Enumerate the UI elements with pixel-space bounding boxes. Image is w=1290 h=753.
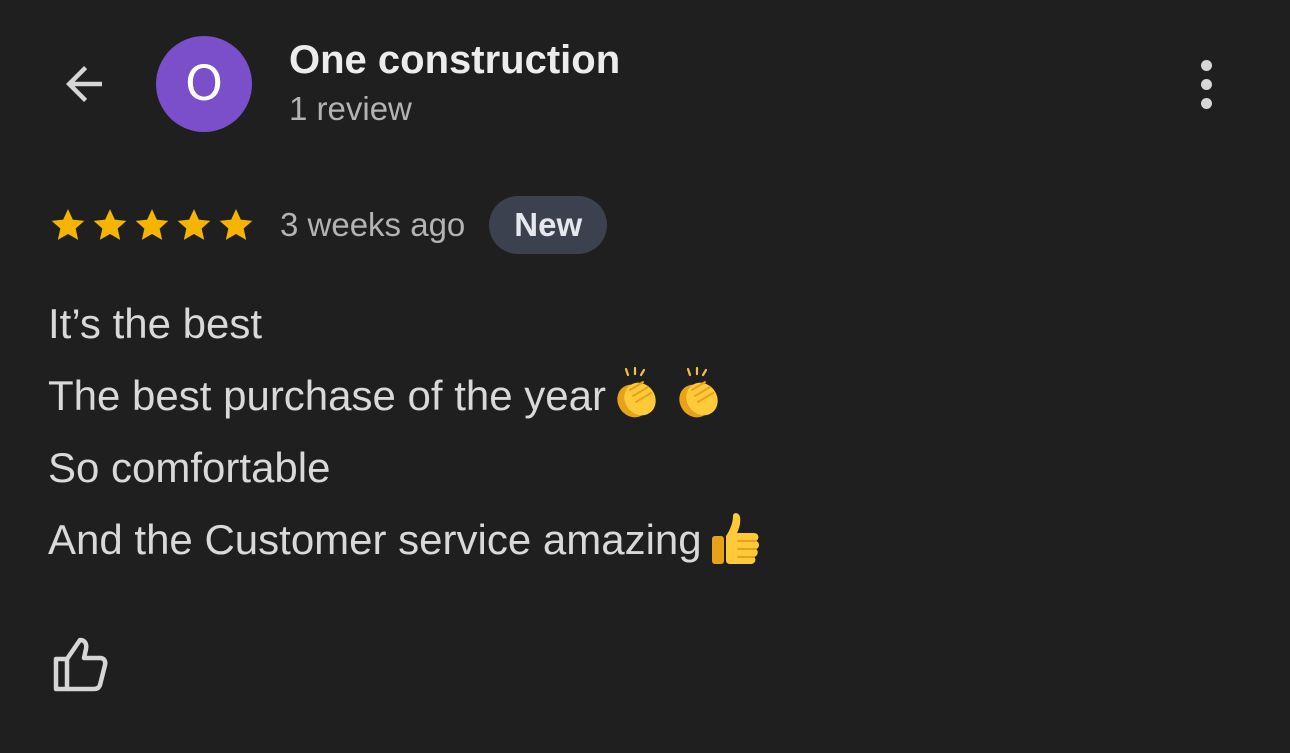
back-arrow-icon	[66, 66, 102, 102]
review-line: The best purchase of the year	[48, 360, 1198, 432]
thumbs-up-emoji	[711, 513, 759, 564]
review-count: 1 review	[289, 90, 412, 127]
more-vert-icon-dot	[1200, 59, 1212, 71]
review-line-text: It’s the best	[48, 300, 263, 347]
review-line-text: So comfortable	[48, 444, 331, 491]
star-icon	[93, 209, 127, 240]
star-rating	[48, 205, 256, 245]
like-button[interactable]	[44, 628, 116, 700]
review-line-text: And the Customer service amazing	[48, 516, 702, 563]
back-button[interactable]	[52, 52, 116, 116]
review-header: O One construction 1 review	[0, 0, 1290, 170]
star-icon	[51, 209, 85, 240]
clapping-hands-emoji	[617, 366, 656, 418]
review-meta: 3 weeks ago New	[48, 196, 608, 254]
review-date: 3 weeks ago	[280, 206, 466, 243]
star-icon	[177, 209, 211, 240]
star-icon	[135, 209, 169, 240]
star-icon	[219, 209, 253, 240]
review-line: It’s the best	[48, 288, 1198, 360]
clapping-hands-emoji	[679, 366, 718, 418]
review-text: It’s the best The best purchase of the y…	[48, 288, 1198, 576]
review-line: And the Customer service amazing	[48, 504, 1198, 576]
review-line-text: The best purchase of the year	[48, 372, 606, 419]
thumbs-up-outline-icon	[53, 637, 108, 692]
avatar-initial: O	[185, 56, 223, 112]
new-badge: New	[489, 196, 608, 254]
avatar[interactable]: O	[156, 36, 252, 132]
more-vert-icon-dot	[1200, 97, 1212, 109]
more-vert-icon-dot	[1200, 78, 1212, 90]
review-line: So comfortable	[48, 432, 1198, 504]
author-name[interactable]: One construction	[289, 38, 620, 83]
more-options-button[interactable]	[1180, 52, 1232, 116]
